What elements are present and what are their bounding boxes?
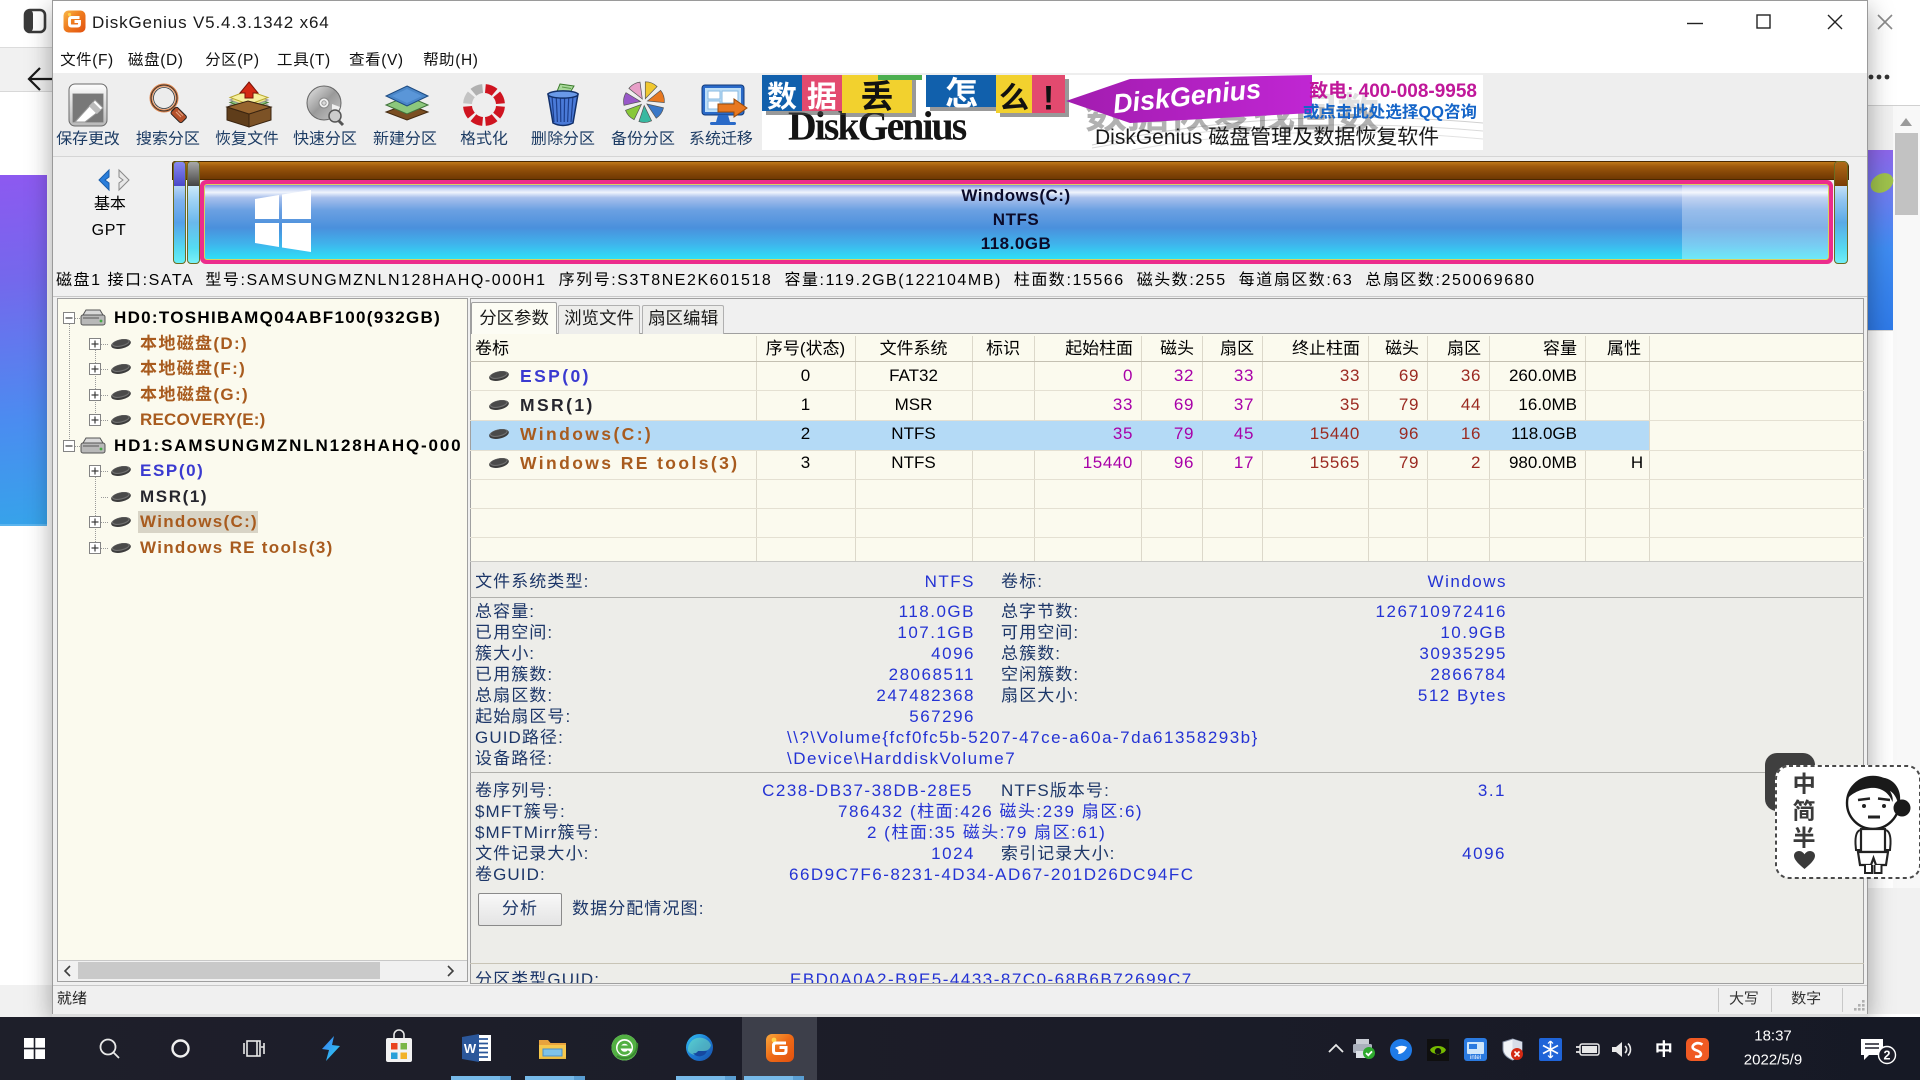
svg-text:intel: intel bbox=[1470, 1055, 1481, 1061]
svg-text:2: 2 bbox=[1884, 1049, 1891, 1063]
svg-text:W: W bbox=[464, 1041, 477, 1056]
